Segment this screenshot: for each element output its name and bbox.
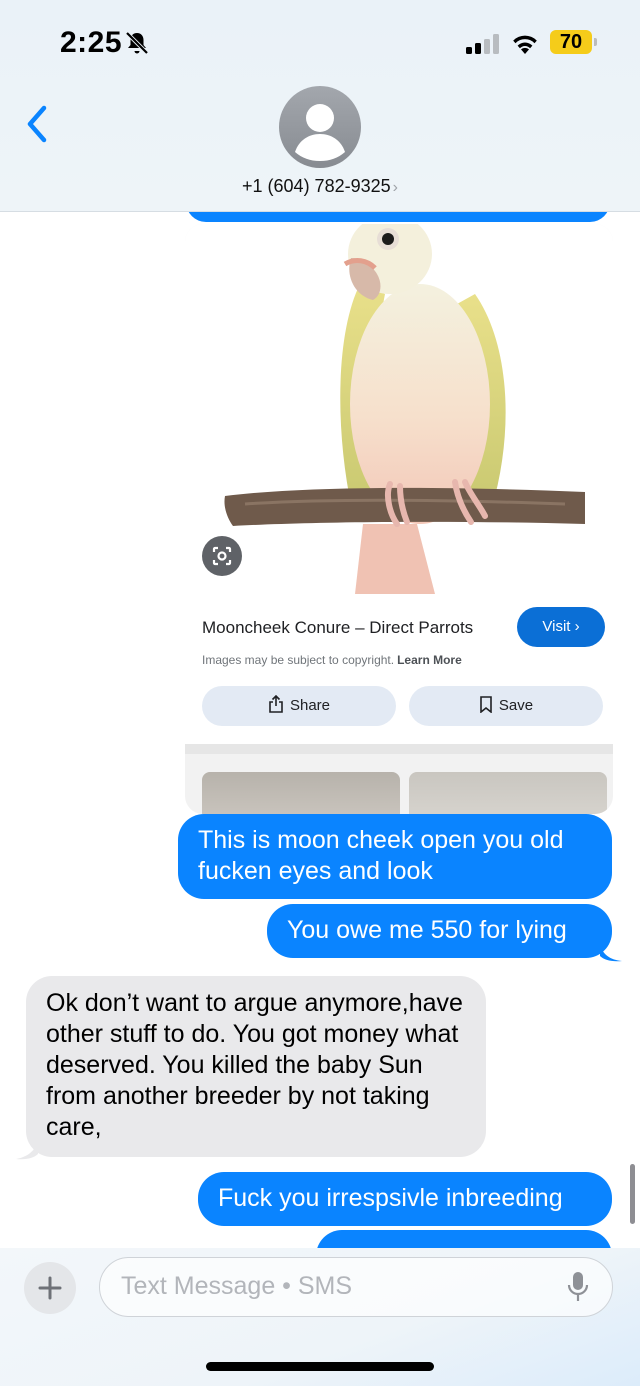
image-attachment[interactable]: Mooncheek Conure – Direct Parrots Visit …: [185, 224, 613, 814]
learn-more-link[interactable]: Learn More: [397, 653, 462, 667]
message-placeholder: Text Message • SMS: [121, 1272, 353, 1300]
contact-phone: +1 (604) 782-9325: [242, 176, 391, 196]
chevron-right-icon: ›: [392, 179, 398, 196]
parrot-photo: [185, 224, 613, 594]
chevron-right-icon: ›: [574, 618, 580, 635]
chevron-left-icon[interactable]: [22, 102, 54, 146]
outgoing-message[interactable]: Fuck you irrespsivle inbreeding: [198, 1172, 612, 1226]
bell-slash-icon: [125, 31, 149, 55]
person-icon: [295, 104, 345, 161]
bubble-tail: [16, 1140, 38, 1160]
related-image-thumbnail[interactable]: [202, 772, 400, 814]
bookmark-icon: [480, 696, 492, 714]
home-indicator[interactable]: [206, 1362, 434, 1371]
related-image-thumbnail[interactable]: [409, 772, 607, 814]
status-time: 2:25: [60, 26, 123, 59]
share-button[interactable]: Share: [202, 686, 396, 726]
lens-glyph: [212, 546, 232, 566]
outgoing-message[interactable]: This is moon cheek open you old fucken e…: [178, 814, 612, 899]
visit-button[interactable]: Visit ›: [517, 607, 605, 647]
share-label: Share: [289, 697, 331, 714]
plus-button[interactable]: [24, 1262, 76, 1314]
copyright-text: Images may be subject to copyright.: [202, 653, 395, 667]
outgoing-message[interactable]: You owe me 550 for lying: [267, 904, 612, 958]
parrot-illustration: [224, 224, 585, 594]
wifi-icon: [513, 35, 537, 54]
share-icon: [269, 694, 283, 713]
microphone-icon[interactable]: [566, 1270, 590, 1304]
contact-avatar[interactable]: [279, 86, 361, 168]
navigation-header: 2:25 70 +1 (604) 782-9325 ›: [0, 0, 640, 212]
divider: [185, 744, 613, 754]
bubble-tail: [600, 944, 622, 962]
battery-percent: 70: [559, 31, 583, 53]
copyright-notice: Images may be subject to copyright. Learn…: [202, 653, 462, 667]
plus-icon: [38, 1276, 62, 1300]
result-title[interactable]: Mooncheek Conure – Direct Parrots: [202, 618, 473, 638]
incoming-message[interactable]: Ok don’t want to argue anymore,have othe…: [26, 976, 486, 1157]
scrollbar[interactable]: [630, 1164, 635, 1224]
contact-name[interactable]: +1 (604) 782-9325 ›: [0, 176, 640, 197]
cellular-signal-icon: [466, 34, 499, 54]
save-label: Save: [498, 697, 534, 714]
save-button[interactable]: Save: [409, 686, 603, 726]
battery-icon: 70: [550, 30, 598, 54]
visit-label: Visit: [542, 618, 571, 635]
google-lens-icon[interactable]: [202, 536, 242, 576]
